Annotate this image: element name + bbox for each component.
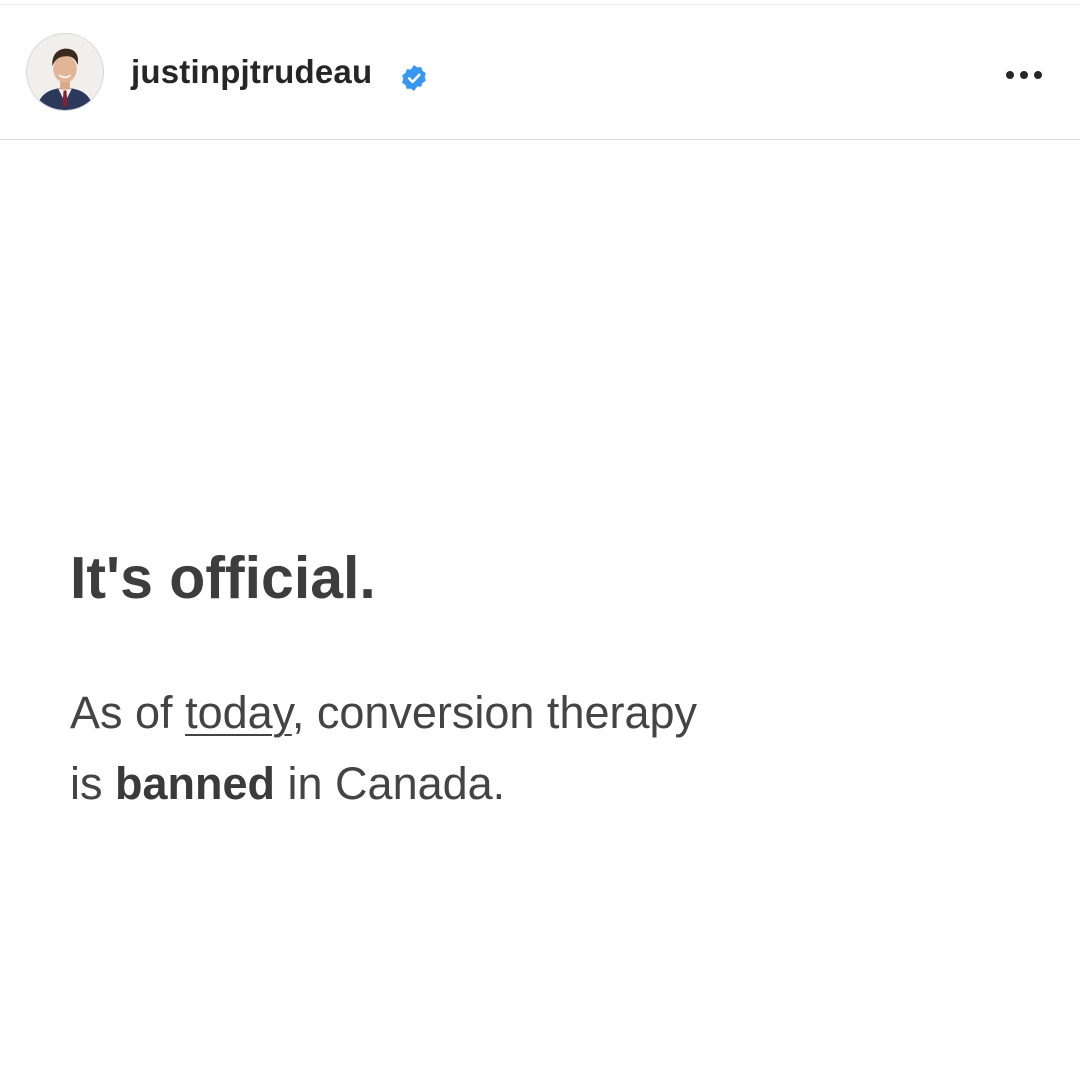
more-options-icon — [1006, 71, 1042, 79]
bold-word: banned — [115, 758, 276, 809]
underlined-word: today — [185, 687, 292, 738]
line1-prefix: As of — [70, 687, 186, 738]
line2-prefix: is — [70, 758, 115, 809]
post-image: It's official. As of today, conversion t… — [0, 141, 1080, 1080]
headline: It's official. — [70, 545, 376, 611]
instagram-post: justinpjtrudeau It's official. As of tod… — [0, 0, 1080, 1080]
line1-suffix: , conversion therapy — [291, 687, 698, 738]
avatar-photo — [27, 34, 103, 110]
line2-suffix: in Canada. — [275, 758, 506, 809]
post-message: As of today, conversion therapy is banned… — [70, 677, 930, 819]
more-options-button[interactable] — [1000, 57, 1048, 93]
verified-badge-icon — [400, 64, 428, 92]
profile-avatar[interactable] — [26, 33, 104, 111]
post-header: justinpjtrudeau — [0, 5, 1080, 140]
username[interactable]: justinpjtrudeau — [131, 52, 372, 92]
